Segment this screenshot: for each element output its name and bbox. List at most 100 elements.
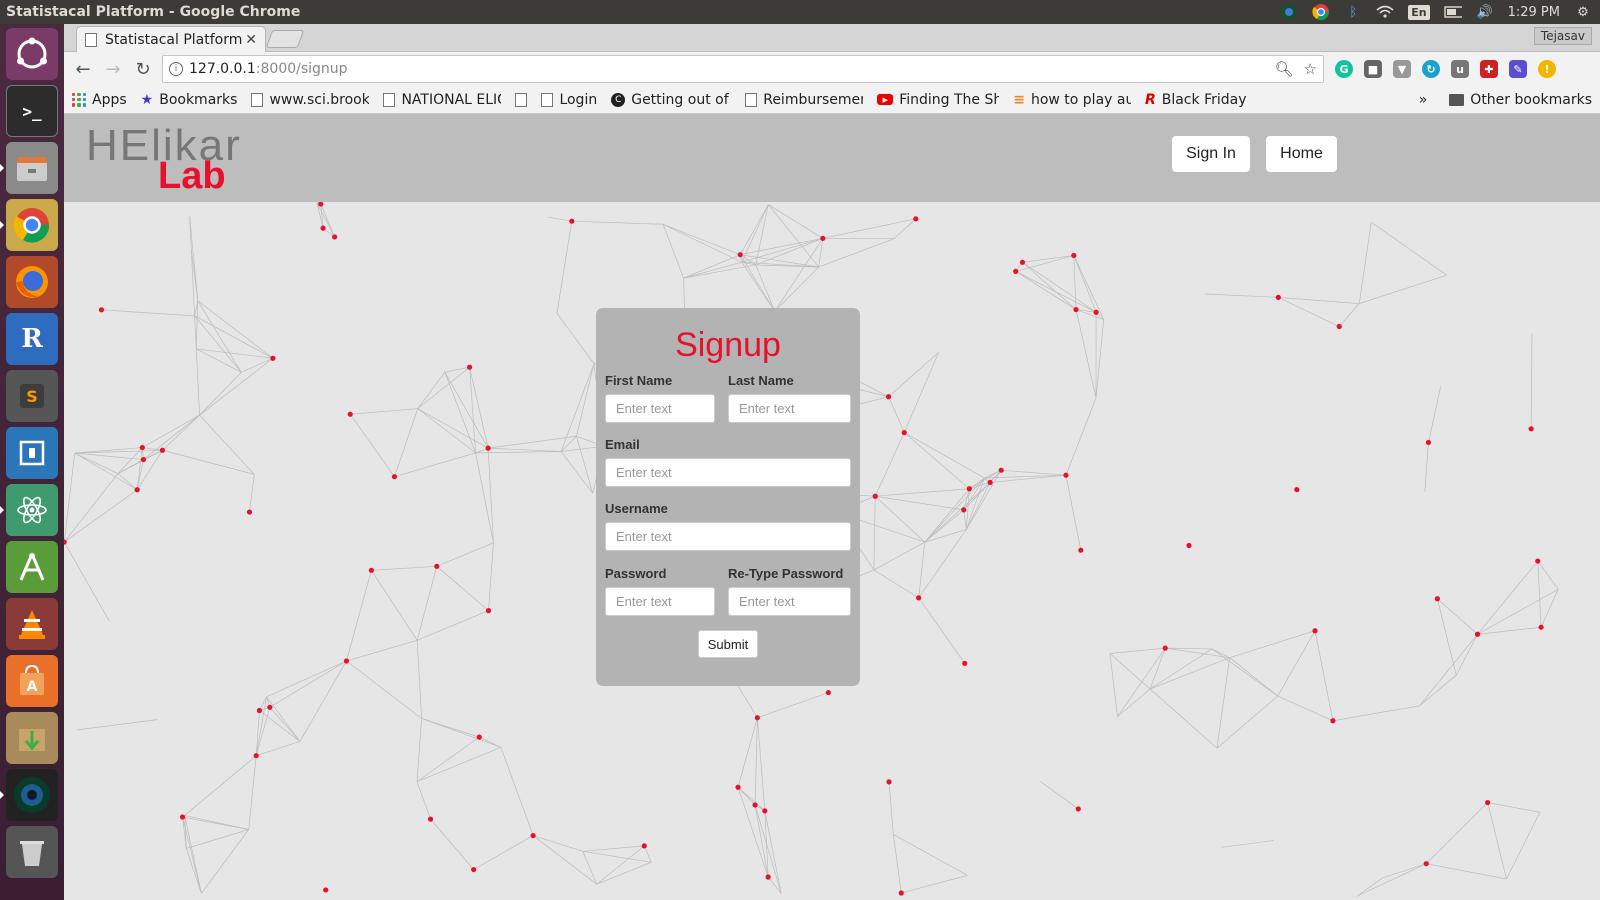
network-node xyxy=(961,507,967,513)
chrome-icon[interactable] xyxy=(0,199,58,251)
bookmark-bookmarks[interactable]: ★ Bookmarks xyxy=(141,92,238,108)
bookmark-finding-the-shu[interactable]: ▶ Finding The Shu xyxy=(877,92,999,108)
android-studio-icon[interactable] xyxy=(6,541,58,593)
window-tool-icon[interactable] xyxy=(6,427,58,479)
volume-icon[interactable]: 🔊 xyxy=(1476,3,1494,21)
url-host: 127.0.0.1 xyxy=(189,61,256,77)
bookmark-how-to-play[interactable]: ≡ how to play aud xyxy=(1013,92,1131,108)
sign-in-button[interactable]: Sign In xyxy=(1172,136,1250,172)
first-name-input[interactable] xyxy=(605,394,715,423)
network-node xyxy=(737,252,743,258)
username-input[interactable] xyxy=(605,522,851,551)
chrome-tray-icon[interactable] xyxy=(1312,3,1330,21)
software-center-icon[interactable]: A xyxy=(6,655,58,707)
network-node xyxy=(530,832,536,839)
zoom-icon[interactable]: 🔍︎ xyxy=(1275,60,1294,78)
battery-icon[interactable] xyxy=(1443,3,1462,21)
wifi-icon[interactable] xyxy=(1376,3,1394,21)
forward-arrow-icon[interactable]: → xyxy=(100,56,126,82)
site-info-icon[interactable]: i xyxy=(169,62,183,76)
trash-icon[interactable] xyxy=(6,826,58,878)
network-node xyxy=(1312,628,1318,634)
screenshot-extension-icon[interactable]: ✚ xyxy=(1480,60,1498,78)
submit-button[interactable]: Submit xyxy=(698,630,758,658)
clock[interactable]: 1:29 PM xyxy=(1508,5,1560,20)
ublock-extension-icon[interactable]: u xyxy=(1451,60,1469,78)
first-name-label: First Name xyxy=(605,373,673,388)
browser-window: Statistacal Platform ✕ Tejasav ← → ↻ i 1… xyxy=(64,24,1600,900)
network-node xyxy=(735,784,741,790)
sync-extension-icon[interactable]: ↻ xyxy=(1422,60,1440,78)
atom-icon[interactable] xyxy=(0,484,58,536)
browser-toolbar: ← → ↻ i 127.0.0.1 :8000/signup 🔍︎ ☆ G ■ … xyxy=(64,52,1600,86)
firefox-icon[interactable] xyxy=(6,256,58,308)
network-node xyxy=(1425,439,1432,446)
network-node xyxy=(485,608,492,614)
system-top-bar: Statistacal Platform - Google Chrome ᛒ E… xyxy=(0,0,1600,24)
folder-icon xyxy=(1449,93,1465,106)
home-button[interactable]: Home xyxy=(1266,136,1337,172)
helikar-lab-logo[interactable]: HElikar Lab xyxy=(86,122,306,192)
bluetooth-icon[interactable]: ᛒ xyxy=(1344,3,1362,21)
camera-tray-icon[interactable] xyxy=(1280,3,1298,21)
network-node xyxy=(1275,294,1281,300)
network-node xyxy=(98,307,105,313)
network-node xyxy=(1162,645,1168,651)
r-language-icon[interactable]: R xyxy=(6,313,58,365)
eyedropper-extension-icon[interactable]: ✎ xyxy=(1509,60,1527,78)
bookmark-getting-out[interactable]: C Getting out of y xyxy=(611,92,731,108)
bookmark-reimbursement[interactable]: Reimbursement xyxy=(745,92,863,108)
tab-strip: Statistacal Platform ✕ Tejasav xyxy=(64,24,1600,52)
back-arrow-icon[interactable]: ← xyxy=(70,56,96,82)
network-node xyxy=(1538,624,1544,630)
bookmark-national-elig[interactable]: NATIONAL ELIG xyxy=(383,92,501,108)
bookmark-star-icon[interactable]: ☆ xyxy=(1304,60,1317,78)
network-node xyxy=(966,486,972,492)
network-node xyxy=(253,753,259,759)
username-label: Username xyxy=(605,501,668,516)
network-node xyxy=(872,493,878,499)
profile-button[interactable]: Tejasav xyxy=(1533,27,1592,45)
email-label: Email xyxy=(605,437,640,452)
gear-icon[interactable]: ⚙ xyxy=(1574,3,1592,21)
network-node xyxy=(998,467,1004,473)
bookmark-black-friday[interactable]: R Black Friday xyxy=(1145,92,1247,108)
archive-icon[interactable] xyxy=(6,712,58,764)
address-bar[interactable]: i 127.0.0.1 :8000/signup 🔍︎ ☆ xyxy=(162,55,1324,83)
network-node xyxy=(466,364,473,370)
network-node xyxy=(752,802,758,808)
network-node xyxy=(569,218,575,224)
bookmark-sci-brookl[interactable]: www.sci.brookl xyxy=(251,92,369,108)
password-input[interactable] xyxy=(605,587,715,616)
reload-icon[interactable]: ↻ xyxy=(130,56,156,82)
last-name-input[interactable] xyxy=(728,394,851,423)
retype-password-input[interactable] xyxy=(728,587,851,616)
other-bookmarks[interactable]: Other bookmarks xyxy=(1470,92,1592,108)
unity-launcher: >_ R S A xyxy=(0,24,64,900)
webcam-icon[interactable] xyxy=(0,769,58,821)
ubuntu-dash-icon[interactable] xyxy=(6,28,58,80)
grammarly-extension-icon[interactable]: G xyxy=(1335,60,1353,78)
alert-extension-icon[interactable]: ! xyxy=(1538,60,1556,78)
vlc-icon[interactable] xyxy=(6,598,58,650)
tab-statistacal-platform[interactable]: Statistacal Platform ✕ xyxy=(76,26,266,52)
close-tab-icon[interactable]: ✕ xyxy=(245,32,257,48)
more-bookmarks-chevron[interactable]: » xyxy=(1419,92,1428,108)
network-node xyxy=(1336,323,1342,330)
files-icon[interactable] xyxy=(0,142,58,194)
new-tab-button[interactable] xyxy=(265,30,305,48)
email-input[interactable] xyxy=(605,458,851,487)
extension-puzzle-icon[interactable]: ■ xyxy=(1364,60,1382,78)
network-node xyxy=(485,445,491,451)
retype-password-label: Re-Type Password xyxy=(728,566,844,581)
bookmark-login[interactable]: Login xyxy=(541,92,597,108)
network-node xyxy=(765,874,771,880)
shield-extension-icon[interactable]: ▼ xyxy=(1393,60,1411,78)
bookmark-apps[interactable]: Apps xyxy=(72,92,127,108)
sublime-text-icon[interactable]: S xyxy=(6,370,58,422)
site-header: HElikar Lab Sign In Home xyxy=(64,114,1600,202)
logo-bottom-text: Lab xyxy=(158,155,226,192)
keyboard-language-indicator[interactable]: En xyxy=(1408,4,1430,20)
terminal-icon[interactable]: >_ xyxy=(6,85,58,137)
bookmark-untitled[interactable] xyxy=(515,92,528,107)
